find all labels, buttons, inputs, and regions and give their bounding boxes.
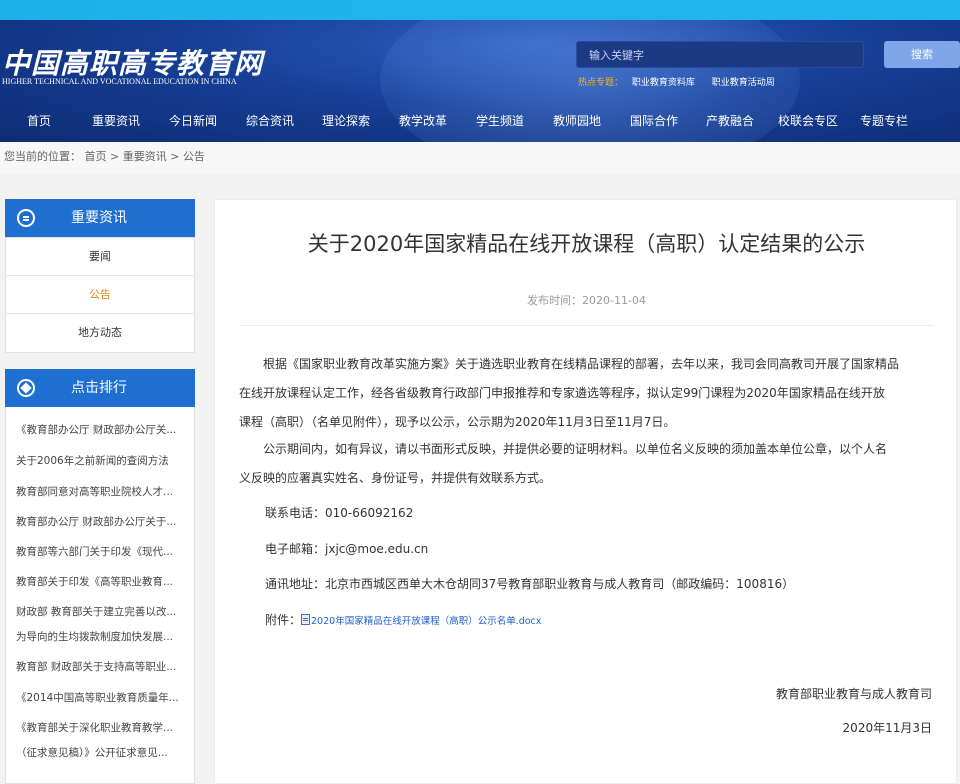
contact-email: 电子邮箱：jxjc@moe.edu.cn [265,540,428,557]
nav-item-teaching-reform[interactable]: 教学改革 [399,108,447,134]
publish-date: 发布时间：2020-11-04 [215,292,958,308]
nav-item-important-news[interactable]: 重要资讯 [92,108,140,134]
ranking-icon [17,379,35,397]
attachment-link[interactable]: 2020年国家精品在线开放课程（高职）公示名单.docx [311,616,541,627]
contact-email-value: jxjc@moe.edu.cn [325,542,429,556]
list-item[interactable]: 《教育部关于深化职业教育教学... [6,720,173,735]
list-item[interactable]: 教育部 财政部关于支持高等职业... [6,659,176,674]
sidebar-item-announcements[interactable]: 公告 [6,276,194,314]
contact-email-label: 电子邮箱： [265,542,326,556]
nav-item-teachers[interactable]: 教师园地 [553,108,601,134]
ranking-header: 点击排行 [5,369,195,407]
nav-item-special-topics[interactable]: 专题专栏 [860,108,908,134]
site-logo-english: HIGHER TECHNICAL AND VOCATIONAL EDUCATIO… [2,77,237,86]
publish-date-label: 发布时间： [527,294,583,307]
breadcrumb-prefix: 您当前的位置： [4,150,81,163]
nav-item-students[interactable]: 学生频道 [476,108,524,134]
breadcrumb-item-announcement[interactable]: 公告 [183,150,205,163]
document-icon [301,614,311,625]
article-paragraph-2: 公示期间内，如有异议，请以书面形式反映，并提供必要的证明材料。以单位名义反映的须… [239,435,934,493]
list-item[interactable]: 《教育部办公厅 财政部办公厅关... [6,422,176,437]
contact-phone-label: 联系电话： [265,506,326,520]
paragraph-line: 根据《国家职业教育改革实施方案》关于遴选职业教育在线精品课程的部署，去年以来，我… [263,357,900,371]
contact-phone-value: 010-66092162 [325,506,414,520]
signature-org: 教育部职业教育与成人教育司 [775,687,932,701]
breadcrumb-item-important-news[interactable]: 重要资讯 [123,150,167,163]
contact-address: 通讯地址：北京市西城区西单大木仓胡同37号教育部职业教育与成人教育司（邮政编码：… [265,575,794,592]
ranking-title: 点击排行 [71,380,127,396]
site-logo[interactable]: 中国高职高专教育网 [2,42,263,82]
list-item[interactable]: （征求意见稿）》公开征求意见... [6,745,168,760]
list-item[interactable]: 为导向的生均拨款制度加快发展... [6,629,173,644]
nav-item-industry-education[interactable]: 产教融合 [706,108,754,134]
attachment-label: 附件： [265,613,302,627]
top-strip [0,0,960,20]
breadcrumb-separator: > [110,150,123,163]
sidebar-item-headlines[interactable]: 要闻 [6,238,194,276]
sidebar-item-local-news[interactable]: 地方动态 [6,314,194,352]
breadcrumb-item-home[interactable]: 首页 [85,150,107,163]
site-header: 中国高职高专教育网 HIGHER TECHNICAL AND VOCATIONA… [0,20,960,142]
list-item[interactable]: 财政部 教育部关于建立完善以改... [6,604,176,619]
article-title: 关于2020年国家精品在线开放课程（高职）认定结果的公示 [307,232,866,256]
list-item[interactable]: 教育部办公厅 财政部办公厅关于... [6,514,176,529]
hot-topic-link[interactable]: 职业教育资料库 [632,78,695,88]
signature-date: 2020年11月3日 [842,721,932,735]
paragraph-line: 公示期间内，如有异议，请以书面形式反映，并提供必要的证明材料。以单位名义反映的须… [263,442,888,456]
list-item[interactable]: 关于2006年之前新闻的查阅方法 [6,453,169,468]
hot-topics: 热点专题： 职业教育资料库 职业教育活动周 [578,75,789,88]
nav-item-international[interactable]: 国际合作 [630,108,678,134]
article-paragraph-1: 根据《国家职业教育改革实施方案》关于遴选职业教育在线精品课程的部署，去年以来，我… [239,350,934,437]
sidebar-header: 重要资讯 [5,199,195,237]
search-input[interactable]: 输入关键字 [576,41,864,68]
contact-address-label: 通讯地址： [265,577,326,591]
article-panel: 关于2020年国家精品在线开放课程（高职）认定结果的公示 发布时间：2020-1… [214,199,957,784]
contact-phone: 联系电话：010-66092162 [265,504,413,521]
nav-item-general-info[interactable]: 综合资讯 [246,108,294,134]
sidebar-title: 重要资讯 [71,210,127,226]
contact-address-value: 北京市西城区西单大木仓胡同37号教育部职业教育与成人教育司（邮政编码：10081… [325,577,795,591]
search-button[interactable]: 搜索 [884,41,960,68]
nav-item-today-news[interactable]: 今日新闻 [169,108,217,134]
main-nav: 首页 重要资讯 今日新闻 综合资讯 理论探索 教学改革 学生频道 教师园地 国际… [0,108,960,134]
breadcrumb: 您当前的位置： 首页 > 重要资讯 > 公告 [0,142,960,174]
paragraph-line: 义反映的应署真实姓名、身份证号，并提供有效联系方式。 [239,471,552,485]
list-item[interactable]: 《2014中国高等职业教育质量年... [6,690,179,705]
publish-date-value: 2020-11-04 [582,294,646,307]
nav-item-home[interactable]: 首页 [27,108,51,134]
ranking-list: 《教育部办公厅 财政部办公厅关... 关于2006年之前新闻的查阅方法 教育部同… [5,407,195,784]
sidebar-category: 重要资讯 要闻 公告 地方动态 [5,199,195,353]
paragraph-line: 课程（高职）（名单见附件），现予以公示，公示期为2020年11月3日至11月7日… [239,415,676,429]
paragraph-line: 在线开放课程认定工作，经各省级教育行政部门申报推荐和专家遴选等程序，拟认定99门… [239,386,885,400]
hot-topic-link[interactable]: 职业教育活动周 [712,78,775,88]
list-icon [17,209,35,227]
divider [239,325,934,326]
sidebar-links: 要闻 公告 地方动态 [5,237,195,353]
list-item[interactable]: 教育部同意对高等职业院校人才... [6,484,173,499]
list-item[interactable]: 教育部等六部门关于印发《现代... [6,544,173,559]
hot-topics-label: 热点专题： [578,78,624,88]
list-item[interactable]: 教育部关于印发《高等职业教育... [6,574,173,589]
attachment: 附件： 2020年国家精品在线开放课程（高职）公示名单.docx [265,611,541,628]
nav-item-school-union[interactable]: 校联会专区 [778,108,838,134]
breadcrumb-separator: > [170,150,183,163]
nav-item-theory[interactable]: 理论探索 [322,108,370,134]
